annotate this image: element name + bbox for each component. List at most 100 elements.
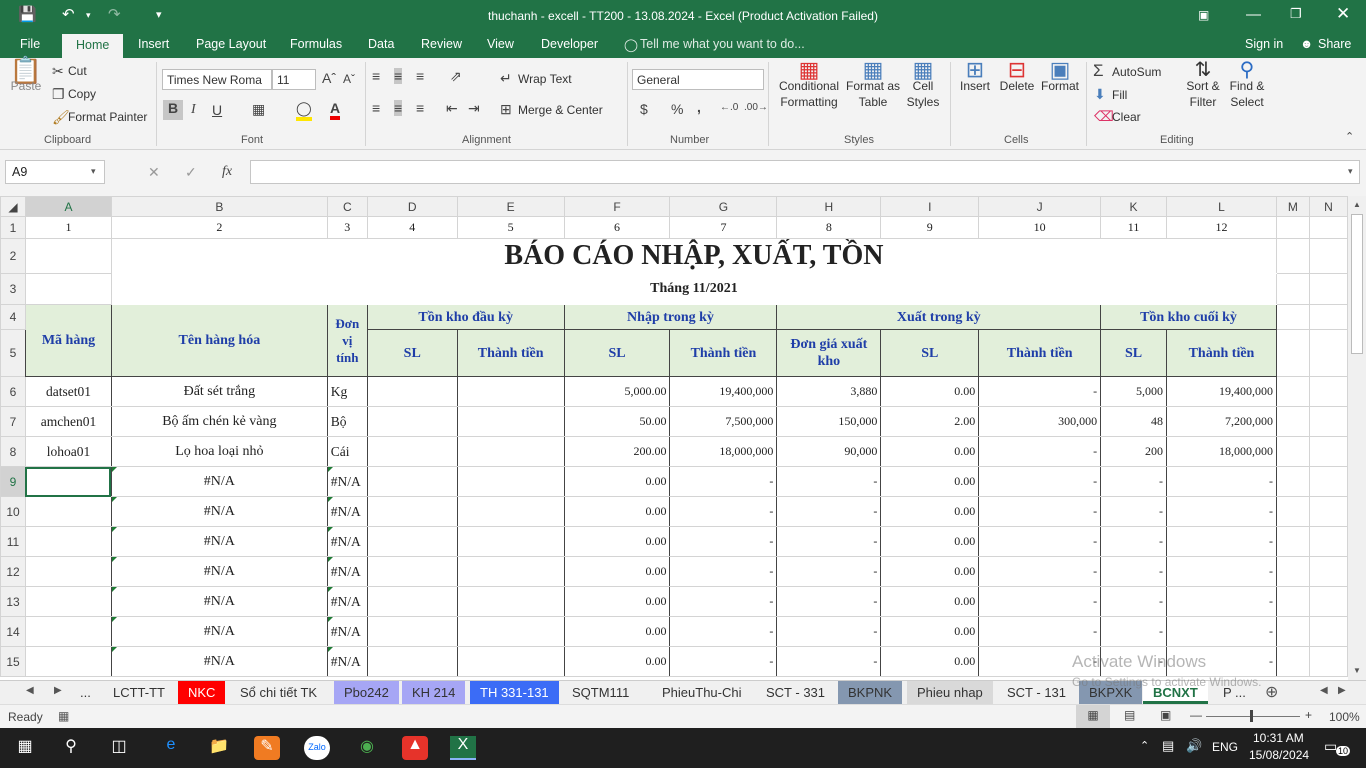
- header-thanh-tien[interactable]: Thành tiền: [978, 329, 1102, 377]
- report-month[interactable]: Tháng 11/2021: [110, 273, 1277, 305]
- sheet-tab[interactable]: SCT - 331: [756, 681, 835, 704]
- sheet-tab[interactable]: BKPNK: [838, 681, 903, 704]
- scroll-thumb[interactable]: [1351, 214, 1363, 354]
- cell[interactable]: 9: [880, 216, 980, 239]
- sheet-tab[interactable]: TH 331-131: [470, 681, 559, 704]
- align-middle-icon[interactable]: ≡: [394, 68, 403, 84]
- cell[interactable]: 0.00: [880, 586, 980, 617]
- header-ma-hang[interactable]: Mã hàng: [24, 304, 112, 377]
- cell[interactable]: -: [978, 436, 1102, 467]
- cell[interactable]: 0.00: [880, 526, 980, 557]
- comma-button[interactable]: ,: [697, 99, 701, 115]
- cell[interactable]: 0.00: [563, 586, 671, 617]
- name-box-dropdown-icon[interactable]: ▾: [91, 166, 96, 177]
- cell[interactable]: 50.00: [563, 406, 671, 437]
- cell[interactable]: [1308, 238, 1348, 274]
- file-explorer-icon[interactable]: 📁: [206, 736, 232, 760]
- clock-time[interactable]: 10:31 AM: [1253, 731, 1304, 745]
- cell[interactable]: [366, 436, 458, 467]
- cell[interactable]: 0.00: [880, 556, 980, 587]
- page-layout-view-icon[interactable]: ▤: [1124, 708, 1135, 722]
- cell[interactable]: 0.00: [563, 466, 671, 497]
- increase-font-icon[interactable]: Aˆ: [322, 70, 336, 86]
- cell[interactable]: -: [978, 526, 1102, 557]
- number-format-select[interactable]: General: [632, 69, 764, 90]
- font-color-icon[interactable]: A: [330, 100, 341, 120]
- cell[interactable]: 7,500,000: [669, 406, 778, 437]
- cell[interactable]: [366, 466, 458, 497]
- cell[interactable]: Đất sét trắng: [110, 376, 328, 407]
- next-sheet-icon[interactable]: ▶: [54, 685, 62, 696]
- cell[interactable]: -: [669, 616, 778, 647]
- sheet-tab[interactable]: KH 214: [402, 681, 466, 704]
- column-header[interactable]: K: [1100, 196, 1168, 217]
- zoom-slider[interactable]: [1206, 716, 1300, 717]
- cell[interactable]: #N/A: [110, 496, 328, 527]
- header-thanh-tien[interactable]: Thành tiền: [456, 329, 565, 377]
- row-header[interactable]: 12: [0, 556, 26, 587]
- cell[interactable]: 10: [978, 216, 1102, 239]
- cell[interactable]: #N/A: [326, 586, 368, 617]
- column-header[interactable]: H: [776, 196, 882, 217]
- tab-page-layout[interactable]: Page Layout: [196, 37, 266, 51]
- cell[interactable]: 18,000,000: [669, 436, 778, 467]
- cell[interactable]: 1: [24, 216, 112, 239]
- cell[interactable]: -: [776, 646, 882, 677]
- format-as-table-button[interactable]: ▦ Format as Table: [845, 59, 901, 110]
- cell[interactable]: 0.00: [563, 616, 671, 647]
- column-header[interactable]: D: [366, 196, 458, 217]
- cell[interactable]: [1275, 616, 1310, 647]
- macro-record-icon[interactable]: ▦: [58, 709, 69, 723]
- cell[interactable]: -: [1166, 586, 1277, 617]
- orientation-icon[interactable]: ⇗: [450, 68, 462, 85]
- cell[interactable]: -: [978, 466, 1102, 497]
- header-sl[interactable]: SL: [1100, 329, 1168, 377]
- tab-view[interactable]: View: [487, 37, 514, 51]
- cell[interactable]: lohoa01: [24, 436, 112, 467]
- paste-button[interactable]: 📋 Paste: [8, 57, 44, 94]
- formula-input[interactable]: [250, 160, 1360, 184]
- cell[interactable]: [1275, 496, 1310, 527]
- align-right-icon[interactable]: ≡: [416, 100, 424, 116]
- cell[interactable]: -: [978, 616, 1102, 647]
- cell[interactable]: [366, 586, 458, 617]
- cell[interactable]: 19,400,000: [669, 376, 778, 407]
- cell[interactable]: [24, 556, 112, 587]
- cell[interactable]: [1308, 556, 1348, 587]
- cell[interactable]: #N/A: [110, 466, 328, 497]
- cell[interactable]: [366, 406, 458, 437]
- cell[interactable]: [456, 436, 565, 467]
- cell[interactable]: [456, 466, 565, 497]
- share-button[interactable]: Share: [1318, 37, 1351, 51]
- cell[interactable]: 200.00: [563, 436, 671, 467]
- network-icon[interactable]: ▤: [1162, 738, 1174, 754]
- cell[interactable]: #N/A: [110, 556, 328, 587]
- header-nhap[interactable]: Nhập trong kỳ: [563, 304, 778, 330]
- worksheet-grid[interactable]: ◢ A B C D E F G H I J K L M N 1 1 2 3 4 …: [0, 196, 1348, 680]
- decrease-indent-icon[interactable]: ⇤: [446, 100, 458, 117]
- cell[interactable]: -: [1166, 556, 1277, 587]
- sheet-tab[interactable]: NKC: [178, 681, 226, 704]
- find-select-button[interactable]: ⚲ Find & Select: [1225, 60, 1269, 110]
- row-header[interactable]: 10: [0, 496, 26, 527]
- volume-icon[interactable]: 🔊: [1186, 738, 1202, 754]
- sheet-tab[interactable]: PhieuThu-Chi: [652, 681, 752, 704]
- cell[interactable]: [1308, 526, 1348, 557]
- column-header[interactable]: J: [978, 196, 1102, 217]
- column-header[interactable]: B: [110, 196, 328, 217]
- header-ton-dau[interactable]: Tồn kho đầu kỳ: [366, 304, 565, 330]
- currency-button[interactable]: $: [640, 101, 648, 117]
- cell[interactable]: [24, 273, 112, 305]
- row-header[interactable]: 4: [0, 304, 26, 330]
- hscroll-right-icon[interactable]: ▶: [1338, 685, 1346, 696]
- cell[interactable]: [366, 496, 458, 527]
- insert-cells-button[interactable]: ⊞ Insert: [955, 59, 995, 94]
- header-don-vi-tinh[interactable]: Đơn vị tính: [326, 304, 368, 377]
- cell[interactable]: 0.00: [563, 526, 671, 557]
- align-top-icon[interactable]: ≡: [372, 68, 380, 84]
- sheet-tab-more[interactable]: ...: [70, 681, 101, 704]
- cell[interactable]: [1308, 406, 1348, 437]
- cell[interactable]: [1308, 466, 1348, 497]
- cell[interactable]: [1275, 556, 1310, 587]
- cell[interactable]: 0.00: [563, 556, 671, 587]
